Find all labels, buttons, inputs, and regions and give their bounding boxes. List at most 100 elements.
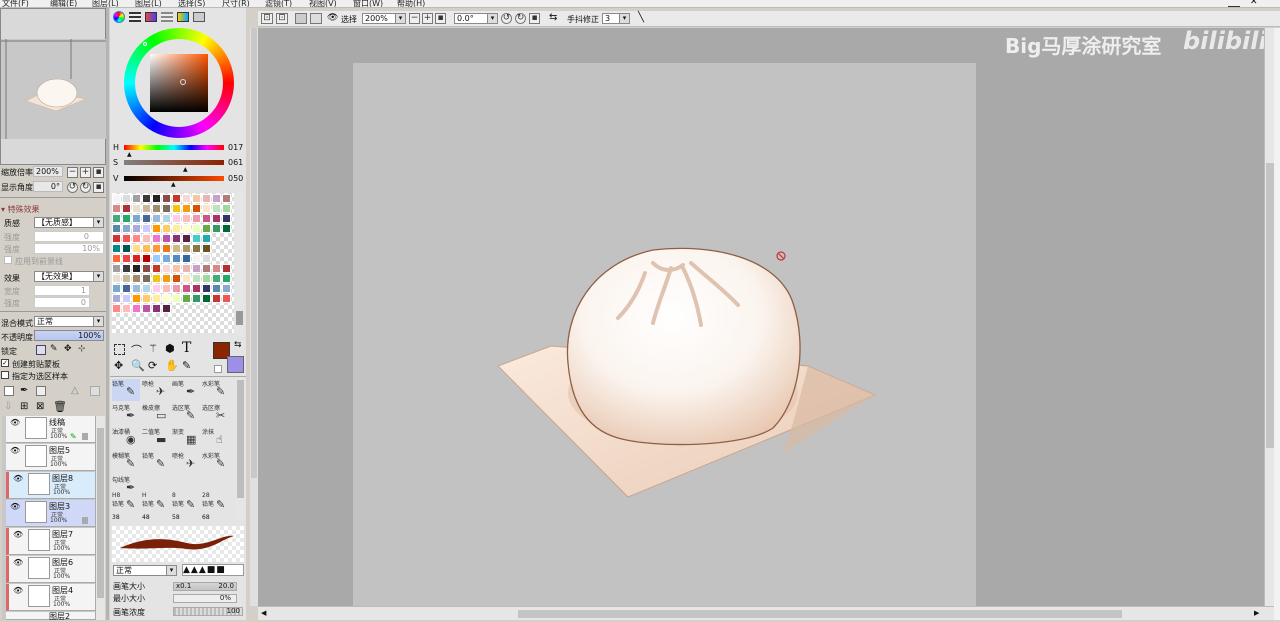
color-swatch[interactable] [192, 274, 201, 283]
color-swatch[interactable] [152, 234, 161, 243]
color-swatch[interactable] [172, 204, 181, 213]
merge-down-icon[interactable]: ⊞ [20, 401, 28, 412]
color-swatch[interactable] [172, 214, 181, 223]
color-swatch[interactable] [122, 244, 131, 253]
menu-layer-2[interactable]: 图层(L) [135, 0, 162, 7]
color-swatch[interactable] [112, 244, 121, 253]
color-swatch[interactable] [202, 244, 211, 253]
color-swatch[interactable] [212, 264, 221, 273]
zoom-reset-button[interactable]: ▪ [93, 167, 104, 178]
color-swatch[interactable] [222, 214, 231, 223]
color-swatch[interactable] [162, 244, 171, 253]
toolbar-zoom-in-button[interactable]: + [422, 13, 433, 24]
tool-button[interactable]: 二值笔 ▬ [142, 427, 170, 449]
color-swatch[interactable] [122, 234, 131, 243]
flip-icon[interactable]: ⇆ [549, 12, 557, 23]
color-swatch[interactable] [162, 274, 171, 283]
close-icon[interactable]: ✕ [1250, 0, 1258, 7]
color-swatch[interactable] [172, 254, 181, 263]
saturation-slider-thumb[interactable]: ▲ [183, 166, 188, 173]
color-swatch[interactable] [222, 274, 231, 283]
color-swatch[interactable] [162, 204, 171, 213]
color-swatch[interactable] [152, 194, 161, 203]
color-swatch[interactable] [162, 224, 171, 233]
transfer-down-icon[interactable]: ⇩ [4, 401, 12, 412]
brush-preset-button[interactable]: 8 铅笔 ✎ [172, 492, 200, 512]
select-source-checkbox[interactable] [1, 371, 9, 379]
color-swatch[interactable] [202, 264, 211, 273]
tool-button[interactable]: 铅笔 ✎ [112, 379, 140, 401]
deselect-button[interactable] [295, 13, 307, 24]
menu-size[interactable]: 尺寸(R) [222, 0, 250, 7]
color-swatch[interactable] [182, 214, 191, 223]
background-color[interactable] [227, 356, 244, 373]
color-swatch[interactable] [132, 234, 141, 243]
color-swatch[interactable] [112, 194, 121, 203]
rotate-reset-button[interactable]: ▪ [93, 182, 104, 193]
color-swatch[interactable] [112, 204, 121, 213]
eye-icon[interactable]: 👁 [13, 558, 23, 567]
color-swatch[interactable] [222, 284, 231, 293]
menu-edit[interactable]: 编辑(E) [50, 0, 77, 7]
color-swatch[interactable] [132, 274, 141, 283]
brush-preset-size[interactable]: 68 [202, 514, 210, 521]
tool-button[interactable]: 喷枪 ✈ [142, 379, 170, 401]
color-swatch[interactable] [132, 224, 141, 233]
canvas-left-scrollbar-thumb[interactable] [251, 28, 257, 478]
eye-icon[interactable]: 👁 [13, 530, 23, 539]
menu-view[interactable]: 视图(V) [309, 0, 337, 7]
canvas-hscroll-thumb[interactable] [518, 610, 1122, 618]
color-swatch[interactable] [172, 274, 181, 283]
select-pen-icon[interactable]: ⬢ [165, 342, 175, 355]
color-swatch[interactable] [122, 304, 131, 313]
menu-help[interactable]: 帮助(H) [397, 0, 425, 7]
color-swatch[interactable] [152, 274, 161, 283]
clip-checkbox[interactable]: ✓ [1, 359, 9, 367]
canvas-vscroll[interactable] [1264, 28, 1274, 606]
color-picker-cursor[interactable] [180, 79, 186, 85]
color-swatch[interactable] [192, 284, 201, 293]
color-swatch[interactable] [192, 254, 201, 263]
menu-window[interactable]: 窗口(W) [353, 0, 383, 7]
color-swatch[interactable] [212, 204, 221, 213]
panel-divider[interactable] [106, 8, 109, 620]
color-swatch[interactable] [192, 194, 201, 203]
color-swatch[interactable] [182, 284, 191, 293]
color-swatch[interactable] [162, 214, 171, 223]
swatch-mode-icon[interactable] [177, 12, 189, 22]
rotate-right-button[interactable]: ↻ [80, 182, 91, 193]
invert-selection-button[interactable] [310, 13, 322, 24]
tool-button[interactable]: 水彩笔 ✎ [202, 451, 230, 473]
color-swatch[interactable] [152, 244, 161, 253]
toolbar-rotate-left-button[interactable]: ↺ [501, 13, 512, 24]
color-swatch[interactable] [162, 294, 171, 303]
color-swatch[interactable] [162, 304, 171, 313]
rgb-slider-mode-icon[interactable] [129, 12, 141, 22]
new-layer-icon[interactable] [4, 386, 14, 396]
color-swatch[interactable] [122, 274, 131, 283]
color-swatch[interactable] [132, 244, 141, 253]
hue-slider-thumb[interactable]: ▲ [127, 151, 132, 158]
color-swatch[interactable] [192, 294, 201, 303]
menu-filter[interactable]: 滤镜(T) [265, 0, 292, 7]
color-swatch[interactable] [132, 254, 141, 263]
navigator-preview[interactable] [1, 39, 106, 139]
zoom-in-button[interactable]: + [80, 167, 91, 178]
color-swatch[interactable] [182, 294, 191, 303]
color-swatch[interactable] [122, 214, 131, 223]
angle-select[interactable]: 0.0° [454, 13, 498, 24]
layer-option-icon[interactable] [90, 386, 100, 396]
color-swatch[interactable] [192, 264, 201, 273]
color-swatch[interactable] [202, 224, 211, 233]
color-swatch[interactable] [112, 274, 121, 283]
color-swatch[interactable] [182, 224, 191, 233]
new-vector-layer-icon[interactable]: ✒ [20, 385, 28, 396]
swap-colors-icon[interactable]: ⇆ [234, 340, 242, 350]
redo-button[interactable]: ⊡ [276, 13, 288, 24]
color-swatch[interactable] [192, 204, 201, 213]
layer-item[interactable]: 👁 图层8 正常 100% [6, 472, 95, 499]
color-swatch[interactable] [172, 234, 181, 243]
brush-preset-size[interactable]: 38 [112, 514, 120, 521]
blend-mode-select[interactable]: 正常 [34, 316, 104, 327]
texture-select[interactable]: 【无质感】 [34, 217, 104, 228]
